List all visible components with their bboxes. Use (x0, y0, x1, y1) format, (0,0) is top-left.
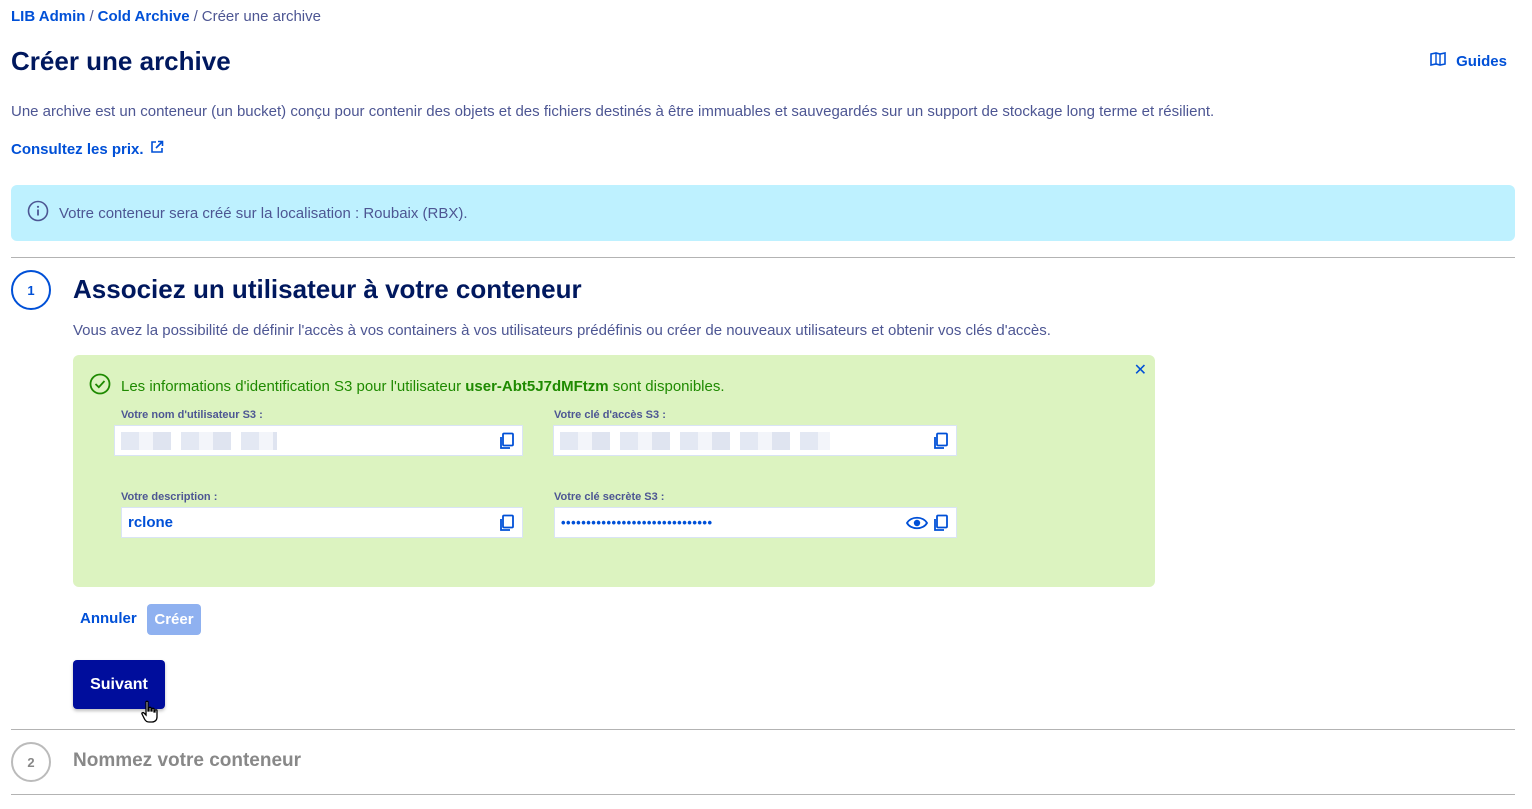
breadcrumb-cold-archive[interactable]: Cold Archive (98, 8, 190, 25)
page-title: Créer une archive (11, 46, 231, 76)
check-circle-icon (89, 373, 111, 399)
step-2-indicator: 2 (11, 742, 51, 782)
book-icon (1430, 52, 1446, 70)
divider (11, 794, 1515, 795)
info-banner-text: Votre conteneur sera créé sur la localis… (59, 204, 468, 222)
username-field[interactable] (114, 425, 523, 456)
secret-key-label: Votre clé secrète S3 : (554, 491, 665, 503)
success-message: Les informations d'identification S3 pou… (89, 373, 725, 399)
create-button[interactable]: Créer (147, 604, 201, 635)
step-1-indicator: 1 (11, 270, 51, 310)
close-icon[interactable]: ✕ (1134, 360, 1147, 380)
breadcrumb-current: Créer une archive (201, 8, 321, 25)
username-value-redacted (121, 431, 277, 450)
location-info-banner: Votre conteneur sera créé sur la localis… (11, 185, 1515, 241)
credentials-success-panel: Les informations d'identification S3 pou… (73, 355, 1155, 587)
breadcrumb-lib-admin[interactable]: LIB Admin (11, 8, 85, 25)
copy-icon[interactable] (932, 514, 950, 536)
copy-icon[interactable] (498, 432, 516, 450)
step-2-title: Nommez votre conteneur (73, 750, 302, 771)
success-suffix: sont disponibles. (612, 377, 725, 395)
description-label: Votre description : (121, 491, 218, 503)
breadcrumb-separator: / (89, 8, 94, 25)
breadcrumb-separator: / (193, 8, 198, 25)
copy-icon[interactable] (498, 514, 516, 532)
step-1-description: Vous avez la possibilité de définir l'ac… (73, 322, 1051, 339)
access-key-field[interactable] (553, 425, 957, 456)
description-field[interactable]: rclone (121, 507, 523, 538)
success-user: user-Abt5J7dMFtzm (465, 377, 609, 395)
success-prefix: Les informations d'identification S3 pou… (121, 377, 462, 395)
eye-icon[interactable] (905, 514, 929, 536)
access-key-value-redacted (560, 431, 830, 450)
secret-key-value: •••••••••••••••••••••••••••••• (561, 515, 713, 530)
divider (11, 729, 1515, 730)
prices-link-label: Consultez les prix. (11, 140, 144, 158)
step-1-title: Associez un utilisateur à votre conteneu… (73, 274, 582, 304)
guides-link[interactable]: Guides (1430, 52, 1507, 70)
intro-text: Une archive est un conteneur (un bucket)… (11, 103, 1215, 120)
external-link-icon (150, 140, 164, 158)
hand-cursor-icon (140, 700, 160, 729)
secret-key-actions (905, 514, 950, 536)
copy-icon[interactable] (932, 432, 950, 450)
secret-key-field[interactable]: •••••••••••••••••••••••••••••• (554, 507, 957, 538)
guides-label: Guides (1456, 52, 1507, 70)
access-key-label: Votre clé d'accès S3 : (554, 409, 666, 421)
breadcrumb: LIB Admin / Cold Archive / Créer une arc… (11, 8, 321, 25)
username-label: Votre nom d'utilisateur S3 : (121, 409, 263, 421)
info-icon (27, 200, 49, 226)
description-value: rclone (128, 514, 174, 531)
prices-link[interactable]: Consultez les prix. (11, 140, 164, 158)
cancel-button[interactable]: Annuler (80, 610, 137, 627)
divider (11, 257, 1515, 258)
